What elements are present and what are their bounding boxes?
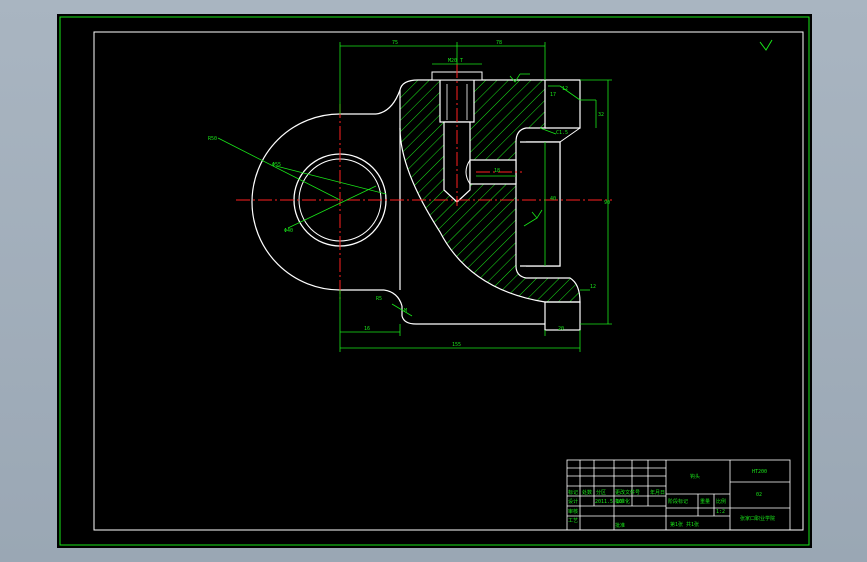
tb-sheet: 第1张 共1张 [670, 521, 699, 528]
tb-process: 工艺 [568, 518, 578, 524]
dim-c1: C1.5 [556, 130, 568, 136]
tb-ratio: 比例 [716, 498, 726, 505]
tb-zone: 分区 [596, 489, 606, 496]
tb-stage-mark: 阶段标记 [668, 498, 688, 505]
drawing-canvas[interactable]: 75 78 M20 T 12 32 90 17 C1.5 18 40 R50 Φ… [0, 0, 867, 562]
tb-standard: 标准化 [615, 498, 630, 505]
tb-doc-no: 更改文件号 [615, 489, 640, 496]
dim-18: 18 [494, 168, 500, 174]
tb-code: 02 [756, 492, 762, 498]
dim-40: 40 [550, 196, 556, 202]
dim-phi-out: Φ55 [272, 162, 281, 168]
tb-company: 张家口职业学院 [740, 515, 775, 522]
dim-17: 17 [550, 92, 556, 98]
dim-phi-in: Φ40 [284, 228, 293, 234]
dim-height: 90 [604, 200, 610, 206]
dim-155: 155 [452, 342, 461, 348]
tb-part-name: 钩头 [690, 473, 700, 480]
dim-16: 16 [364, 326, 370, 332]
tb-weight: 重量 [700, 498, 710, 505]
dim-20: 20 [558, 326, 564, 332]
tb-checker: 审核 [568, 508, 578, 515]
tb-scale: 1:2 [716, 509, 725, 515]
dim-r5: R5 [376, 296, 382, 302]
cad-viewport[interactable]: 75 78 M20 T 12 32 90 17 C1.5 18 40 R50 Φ… [0, 0, 867, 562]
dim-78: 78 [496, 40, 502, 46]
tb-material: HT200 [752, 469, 767, 475]
tb-marks: 标记 [568, 489, 578, 496]
tb-count: 处数 [582, 489, 592, 496]
dim-thread: M20 T [448, 58, 463, 64]
tb-designer: 设计 [568, 498, 578, 505]
tb-approve: 批准 [615, 522, 625, 529]
tb-ymd: 年月日 [650, 489, 665, 496]
dim-12b: 12 [590, 284, 596, 290]
dim-75: 75 [392, 40, 398, 46]
dim-32: 32 [598, 112, 604, 118]
dim-r50: R50 [208, 136, 217, 142]
